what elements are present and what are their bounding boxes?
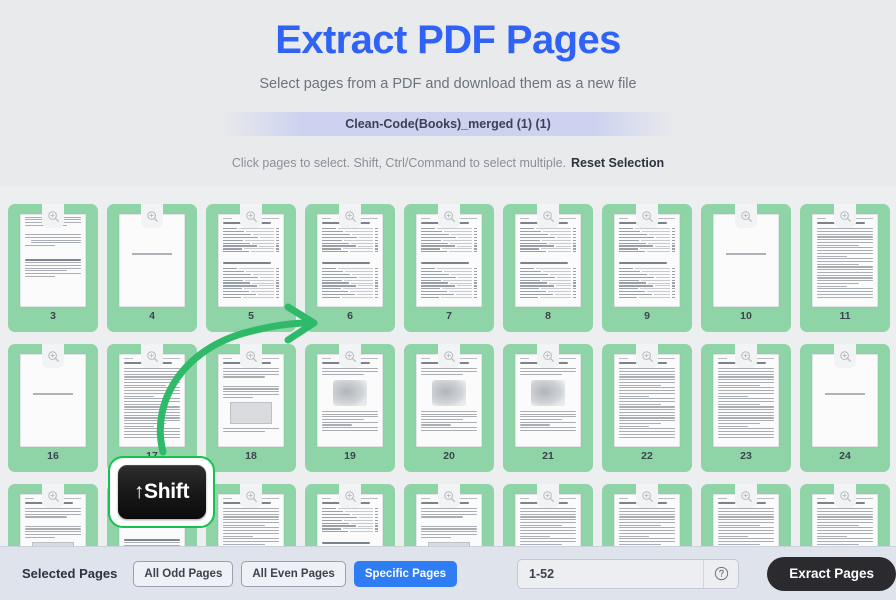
page-number: 10 xyxy=(740,311,752,322)
all-odd-pages-button[interactable]: All Odd Pages xyxy=(133,561,233,587)
magnifier-plus-icon[interactable] xyxy=(339,344,361,368)
magnifier-plus-icon[interactable] xyxy=(438,344,460,368)
bottom-toolbar: Selected Pages All Odd Pages All Even Pa… xyxy=(0,546,896,600)
question-circle-icon[interactable] xyxy=(703,560,739,588)
page-thumbnail-24[interactable]: 24 xyxy=(800,344,890,472)
magnifier-plus-icon[interactable] xyxy=(537,344,559,368)
page-thumbnail-3[interactable]: 3 xyxy=(8,204,98,332)
page-number: 22 xyxy=(641,451,653,462)
page-thumbnail-18[interactable]: 18 xyxy=(206,344,296,472)
page-number: 9 xyxy=(644,311,650,322)
magnifier-plus-icon[interactable] xyxy=(240,204,262,228)
page-number: 19 xyxy=(344,451,356,462)
magnifier-plus-icon[interactable] xyxy=(438,204,460,228)
page-number: 16 xyxy=(47,451,59,462)
page-thumbnail-9[interactable]: 9 xyxy=(602,204,692,332)
all-even-pages-button[interactable]: All Even Pages xyxy=(241,561,345,587)
magnifier-plus-icon[interactable] xyxy=(240,344,262,368)
page-number: 4 xyxy=(149,311,155,322)
extract-pages-button[interactable]: Exract Pages xyxy=(767,557,896,591)
page-thumbnail-33[interactable]: 33 xyxy=(404,484,494,546)
selection-hint: Click pages to select. Shift, Ctrl/Comma… xyxy=(232,156,664,170)
page-number: 23 xyxy=(740,451,752,462)
page-thumbnail-8[interactable]: 8 xyxy=(503,204,593,332)
magnifier-plus-icon[interactable] xyxy=(834,344,856,368)
selected-pages-label: Selected Pages xyxy=(22,566,117,581)
page-subtitle: Select pages from a PDF and download the… xyxy=(259,76,636,92)
file-name-banner: Clean-Code(Books)_merged (1) (1) xyxy=(221,112,675,136)
page-number: 24 xyxy=(839,451,851,462)
reset-selection-link[interactable]: Reset Selection xyxy=(571,156,664,170)
shift-key-callout: ↑Shift xyxy=(108,456,215,528)
page-thumbnail-23[interactable]: 23 xyxy=(701,344,791,472)
page-thumbnail-7[interactable]: 7 xyxy=(404,204,494,332)
page-number: 21 xyxy=(542,451,554,462)
page-thumbnail-6[interactable]: 6 xyxy=(305,204,395,332)
page-number: 6 xyxy=(347,311,353,322)
shift-key-label: ↑Shift xyxy=(134,480,189,504)
page-thumbnail-20[interactable]: 20 xyxy=(404,344,494,472)
magnifier-plus-icon[interactable] xyxy=(735,484,757,508)
page-thumbnail-34[interactable]: 34 xyxy=(503,484,593,546)
page-number: 8 xyxy=(545,311,551,322)
magnifier-plus-icon[interactable] xyxy=(735,204,757,228)
page-thumbnail-29[interactable]: 29 xyxy=(8,484,98,546)
shift-keycap: ↑Shift xyxy=(118,465,206,519)
page-range-field[interactable] xyxy=(517,559,739,589)
magnifier-plus-icon[interactable] xyxy=(834,484,856,508)
magnifier-plus-icon[interactable] xyxy=(141,344,163,368)
magnifier-plus-icon[interactable] xyxy=(735,344,757,368)
magnifier-plus-icon[interactable] xyxy=(636,344,658,368)
magnifier-plus-icon[interactable] xyxy=(42,344,64,368)
page-thumbnail-4[interactable]: 4 xyxy=(107,204,197,332)
page-thumbnail-21[interactable]: 21 xyxy=(503,344,593,472)
page-number: 3 xyxy=(50,311,56,322)
page-thumbnail-5[interactable]: 5 xyxy=(206,204,296,332)
magnifier-plus-icon[interactable] xyxy=(537,204,559,228)
magnifier-plus-icon[interactable] xyxy=(339,484,361,508)
page-thumbnail-36[interactable]: 36 xyxy=(701,484,791,546)
magnifier-plus-icon[interactable] xyxy=(240,484,262,508)
selection-hint-text: Click pages to select. Shift, Ctrl/Comma… xyxy=(232,156,566,170)
page-thumbnail-35[interactable]: 35 xyxy=(602,484,692,546)
page-number: 7 xyxy=(446,311,452,322)
magnifier-plus-icon[interactable] xyxy=(42,204,64,228)
file-name-label: Clean-Code(Books)_merged (1) (1) xyxy=(345,117,551,131)
page-thumbnail-19[interactable]: 19 xyxy=(305,344,395,472)
magnifier-plus-icon[interactable] xyxy=(42,484,64,508)
magnifier-plus-icon[interactable] xyxy=(339,204,361,228)
page-thumbnail-17[interactable]: 17 xyxy=(107,344,197,472)
page-range-input[interactable] xyxy=(518,560,703,588)
specific-pages-button[interactable]: Specific Pages xyxy=(354,561,457,587)
page-thumbnail-16[interactable]: 16 xyxy=(8,344,98,472)
magnifier-plus-icon[interactable] xyxy=(636,484,658,508)
page-number: 11 xyxy=(839,311,850,322)
page-thumbnail-10[interactable]: 10 xyxy=(701,204,791,332)
page-header: Extract PDF Pages Select pages from a PD… xyxy=(0,0,896,186)
page-number: 5 xyxy=(248,311,254,322)
page-thumbnail-32[interactable]: 32 xyxy=(305,484,395,546)
magnifier-plus-icon[interactable] xyxy=(537,484,559,508)
magnifier-plus-icon[interactable] xyxy=(636,204,658,228)
selection-mode-group: All Odd Pages All Even Pages Specific Pa… xyxy=(133,561,457,587)
magnifier-plus-icon[interactable] xyxy=(834,204,856,228)
page-thumbnail-31[interactable]: 31 xyxy=(206,484,296,546)
page-thumbnail-37[interactable]: 37 xyxy=(800,484,890,546)
page-thumbnail-22[interactable]: 22 xyxy=(602,344,692,472)
page-number: 20 xyxy=(443,451,455,462)
page-number: 18 xyxy=(245,451,257,462)
page-title: Extract PDF Pages xyxy=(275,16,621,64)
magnifier-plus-icon[interactable] xyxy=(438,484,460,508)
page-thumbnail-11[interactable]: 11 xyxy=(800,204,890,332)
magnifier-plus-icon[interactable] xyxy=(141,204,163,228)
